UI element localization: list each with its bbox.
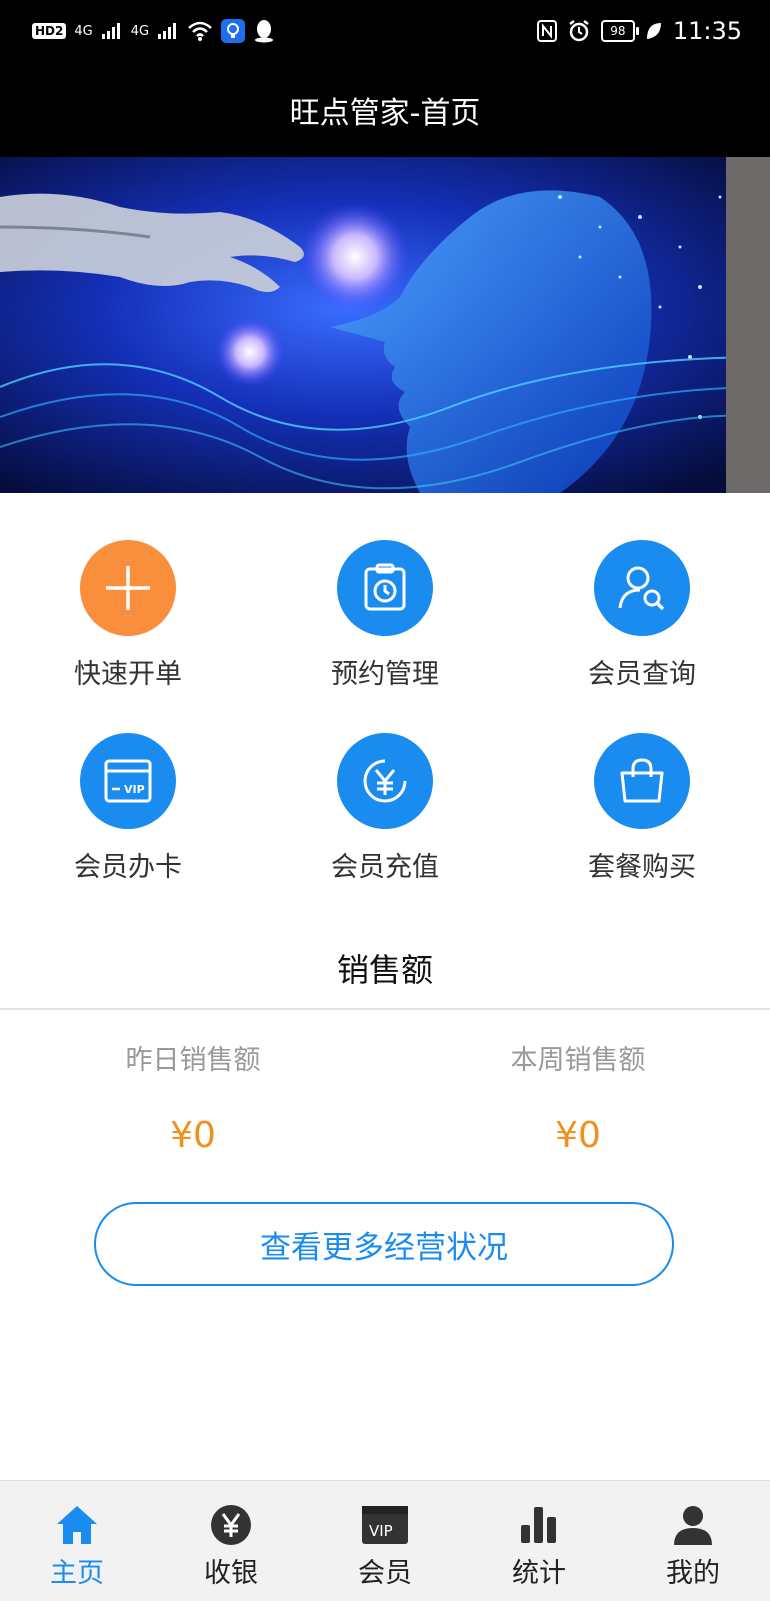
appointment-button[interactable]: 预约管理	[275, 540, 495, 691]
clipboard-clock-icon	[337, 540, 433, 636]
action-label: 预约管理	[331, 659, 439, 690]
package-purchase-button[interactable]: 套餐购买	[532, 733, 752, 884]
signal-icon	[101, 23, 120, 39]
yesterday-sales: 昨日销售额 ¥0	[73, 1038, 313, 1156]
battery-level: 98	[610, 24, 626, 38]
tab-bar: 主页 收银 VIP 会员 统计 我的	[0, 1480, 770, 1601]
sales-title: 销售额	[336, 951, 433, 989]
tab-label: 收银	[204, 1558, 258, 1589]
clock: 11:35	[672, 17, 742, 45]
divider	[0, 1008, 770, 1010]
person-icon	[616, 1501, 770, 1549]
shopping-bag-icon	[594, 733, 690, 829]
week-sales-label: 本周销售额	[510, 1045, 646, 1076]
week-sales: 本周销售额 ¥0	[458, 1038, 698, 1156]
svg-text:VIP: VIP	[124, 783, 145, 796]
wifi-icon	[188, 21, 212, 41]
quick-order-button[interactable]: 快速开单	[18, 540, 238, 691]
svg-text:VIP: VIP	[369, 1522, 393, 1540]
status-bar: HD2 4G 4G 98 11:35	[0, 0, 770, 62]
battery-icon: 98	[600, 20, 639, 42]
view-more-button[interactable]: 查看更多经营状况	[94, 1202, 674, 1286]
action-label: 会员充值	[331, 852, 439, 883]
status-left: HD2 4G 4G	[32, 16, 275, 46]
app-icon	[221, 19, 246, 43]
action-label: 套餐购买	[588, 852, 696, 883]
yuan-coin-icon	[337, 733, 433, 829]
alarm-icon	[569, 20, 589, 42]
nfc-icon	[536, 20, 557, 42]
tab-member[interactable]: VIP 会员	[308, 1481, 462, 1601]
banner-image[interactable]	[0, 157, 770, 493]
home-icon	[0, 1501, 154, 1549]
network-type-2: 4G	[130, 23, 150, 39]
tab-label: 统计	[512, 1558, 566, 1589]
qq-icon	[255, 20, 274, 43]
bar-chart-icon	[462, 1501, 616, 1549]
tab-label: 会员	[358, 1558, 412, 1589]
plus-icon	[80, 540, 176, 636]
hd-icon: HD2	[32, 23, 67, 39]
tab-mine[interactable]: 我的	[616, 1481, 770, 1601]
member-query-button[interactable]: 会员查询	[532, 540, 752, 691]
page-title: 旺点管家-首页	[289, 95, 481, 131]
vip-icon: VIP	[308, 1501, 462, 1549]
member-card-button[interactable]: VIP 会员办卡	[18, 733, 238, 884]
leaf-icon	[646, 23, 661, 39]
tab-label: 主页	[50, 1558, 104, 1589]
user-search-icon	[594, 540, 690, 636]
yuan-icon	[154, 1501, 308, 1549]
action-label: 会员办卡	[74, 852, 182, 883]
week-sales-value: ¥0	[555, 1115, 601, 1156]
member-recharge-button[interactable]: 会员充值	[275, 733, 495, 884]
vip-card-icon: VIP	[80, 733, 176, 829]
signal-icon	[158, 23, 177, 39]
network-type-1: 4G	[74, 23, 93, 39]
yesterday-sales-value: ¥0	[170, 1115, 216, 1156]
tab-cashier[interactable]: 收银	[154, 1481, 308, 1601]
action-label: 会员查询	[588, 659, 696, 690]
tab-statistics[interactable]: 统计	[462, 1481, 616, 1601]
yesterday-sales-label: 昨日销售额	[125, 1045, 261, 1076]
tab-home[interactable]: 主页	[0, 1481, 154, 1601]
action-label: 快速开单	[74, 659, 182, 690]
status-right: 98 11:35	[536, 14, 742, 48]
tab-label: 我的	[666, 1558, 720, 1589]
header-bar: 旺点管家-首页	[0, 62, 770, 157]
